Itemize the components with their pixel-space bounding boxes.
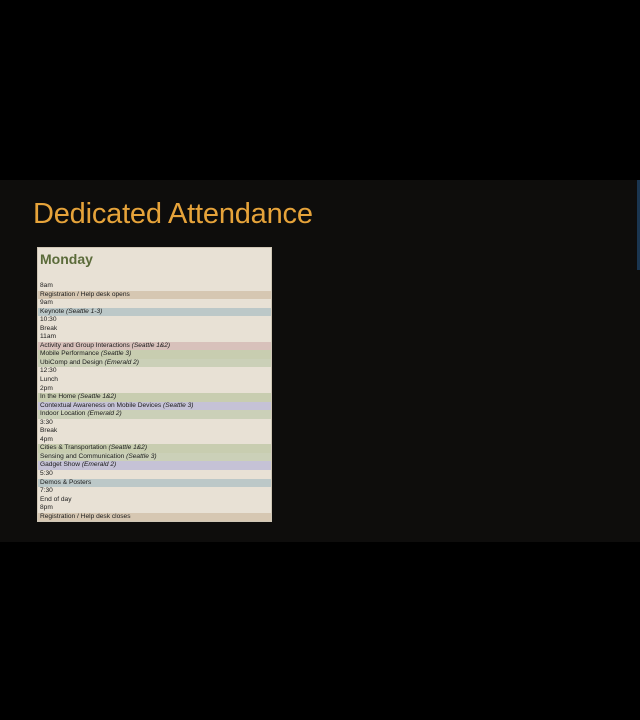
session-title: UbiComp and Design [40,358,103,366]
schedule-session-row: Contextual Awareness on Mobile Devices (… [38,401,271,411]
schedule-session-row: Cities & Transportation (Seattle 1&2) [38,444,271,453]
schedule-time-row: 7:30 [40,487,53,495]
schedule-session-row: Registration / Help desk opens [38,290,271,300]
session-title: Mobile Performance [40,350,100,358]
schedule-time-row: 12:30 [40,367,57,375]
session-room: (Emerald 2) [104,358,139,366]
schedule-session-row: Gadget Show (Emerald 2) [38,461,271,471]
session-title: In the Home [40,393,76,401]
session-title: Registration / Help desk closes [40,512,131,520]
session-room: (Seattle 3) [126,452,157,460]
schedule-time-row: End of day [40,495,72,503]
schedule-session-row: Mobile Performance (Seattle 3) [38,350,271,359]
schedule-session-row: In the Home (Seattle 1&2) [38,393,271,402]
session-title: Keynote [40,307,65,315]
schedule-session-row: Indoor Location (Emerald 2) [38,410,271,419]
session-room: (Emerald 2) [87,410,122,418]
schedule-session-row: Registration / Help desk closes [38,512,271,522]
schedule-rows: 8am Registration / Help desk opens 9am Keyn… [38,282,271,522]
schedule-time-row: 5:30 [40,470,53,478]
schedule-time-row: 8pm [40,504,53,512]
schedule-session-row: Sensing and Communication (Seattle 3) [38,452,271,462]
schedule-time-row: Break [40,324,58,332]
session-room: (Seattle 1-3) [66,307,103,315]
schedule-time-row: 8am [40,282,53,289]
schedule-time-row: Break [40,427,58,435]
schedule-table: Monday 8am Registration / Help desk opens… [37,247,272,522]
schedule-time-row: 2pm [40,384,53,392]
slide-title: Dedicated Attendance [33,198,313,230]
schedule-time-row: 9am [40,299,53,307]
schedule-time-row: 3:30 [40,418,53,426]
schedule-session-row: Activity and Group Interactions (Seattle… [38,341,271,351]
schedule-time-row: 10:30 [40,316,57,324]
session-room: (Seattle 1&2) [131,341,171,349]
session-title: Contextual Awareness on Mobile Devices [40,401,162,409]
schedule-time-row: Lunch [40,376,58,384]
session-room: (Emerald 2) [81,461,117,469]
schedule-day-heading: Monday [40,251,93,267]
session-title: Registration / Help desk opens [40,290,130,298]
session-title: Demos & Posters [40,478,92,486]
session-title: Gadget Show [40,461,80,469]
session-title: Cities & Transportation [40,444,107,452]
schedule-session-row: UbiComp and Design (Emerald 2) [38,358,271,368]
session-title: Activity and Group Interactions [40,341,130,349]
session-room: (Seattle 1&2) [77,393,117,401]
schedule-time-row: 11am [40,333,57,341]
schedule-time-row: 4pm [40,435,53,443]
presentation-slide: Dedicated Attendance Monday 8am Registrat… [0,180,640,542]
session-room: (Seattle 3) [163,401,194,409]
schedule-session-row: Demos & Posters [38,478,271,488]
session-room: (Seattle 3) [100,350,132,358]
session-title: Sensing and Communication [40,452,125,460]
schedule-session-row: Keynote (Seattle 1-3) [38,307,271,317]
session-title: Indoor Location [40,410,86,418]
session-room: (Seattle 1&2) [108,444,148,452]
